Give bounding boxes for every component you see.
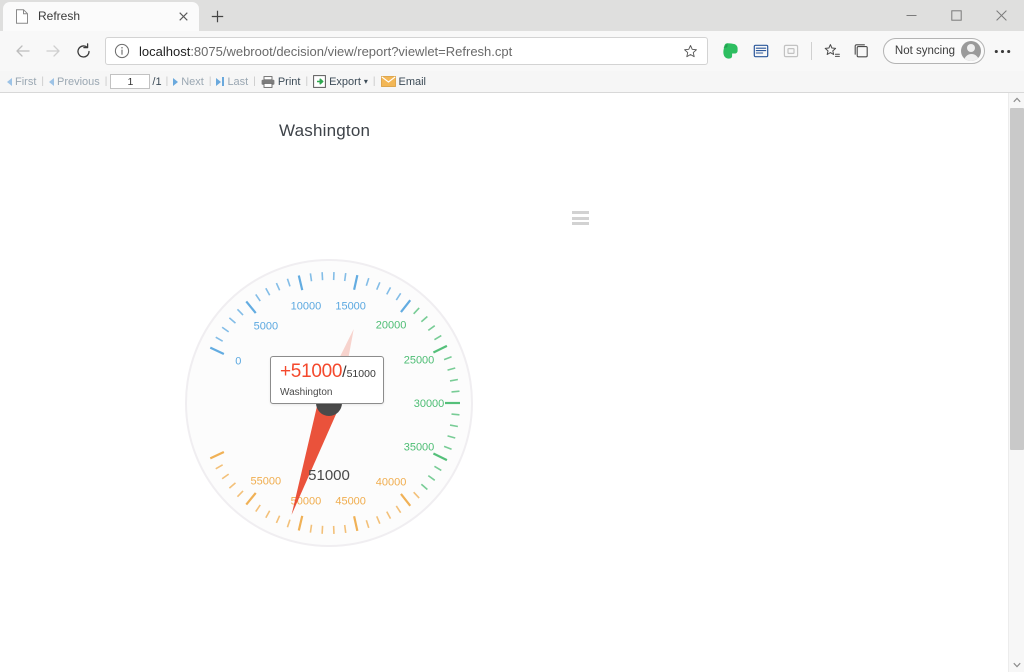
page-total-label: /1 (152, 75, 162, 88)
arrow-right-icon (173, 77, 179, 86)
first-page-button[interactable]: First (3, 72, 40, 92)
last-page-label: Last (227, 75, 249, 88)
minimize-icon[interactable] (889, 0, 934, 31)
gauge-chart: Washington 0 5000 10000 15000 20000 25000 3000… (0, 93, 640, 563)
page-icon (15, 9, 29, 24)
reload-icon[interactable] (68, 36, 98, 66)
gauge-minor-tick (451, 390, 460, 393)
page-viewport: Washington 0 5000 10000 15000 20000 25000 3000… (0, 93, 1024, 672)
gauge-tick-label: 55000 (251, 476, 282, 488)
tooltip-series-label: Washington (280, 387, 333, 398)
hamburger-menu-icon[interactable] (572, 211, 589, 225)
url-host: localhost (139, 43, 191, 59)
print-button[interactable]: Print (257, 72, 305, 92)
avatar-icon (961, 41, 981, 61)
gauge-tick-label: 15000 (335, 300, 366, 312)
first-page-label: First (15, 75, 37, 88)
report-canvas: Washington 0 5000 10000 15000 20000 25000 3000… (0, 93, 1008, 672)
gauge-tick-label: 25000 (404, 354, 435, 366)
maximize-icon[interactable] (934, 0, 979, 31)
gauge-tick-label: 0 (235, 356, 241, 368)
url-path: :8075/webroot/decision/view/report?viewl… (190, 43, 513, 59)
tooltip-value: +51000 (280, 361, 343, 382)
report-toolbar: First | Previous | /1 | Next | Last | (0, 71, 1024, 93)
ellipsis-icon[interactable] (988, 37, 1016, 65)
hamburger-bar (572, 211, 589, 214)
immersive-reader-icon[interactable] (776, 36, 806, 66)
evernote-extension-icon[interactable] (716, 36, 746, 66)
last-page-button[interactable]: Last (212, 72, 252, 92)
favorites-icon[interactable] (817, 36, 847, 66)
url-text: localhost:8075/webroot/decision/view/rep… (139, 43, 679, 60)
gauge-minor-tick (309, 524, 313, 533)
page-number-input[interactable] (110, 74, 151, 89)
browser-window: Refresh localhost:8075/webroot/decision/… (0, 0, 1024, 672)
profile-button[interactable]: Not syncing (882, 38, 985, 64)
collections-icon[interactable] (847, 36, 877, 66)
star-outline-icon[interactable] (679, 39, 703, 63)
hamburger-bar (572, 216, 589, 220)
new-tab-button[interactable] (203, 2, 231, 30)
toolbar-divider (810, 42, 812, 60)
reading-view-icon[interactable] (746, 36, 776, 66)
printer-icon (261, 75, 275, 88)
sync-status-label: Not syncing (894, 45, 955, 57)
gauge-tick-label: 5000 (254, 320, 278, 332)
address-bar[interactable]: localhost:8075/webroot/decision/view/rep… (105, 37, 708, 65)
tooltip-value-row: +51000/51000 (280, 361, 376, 385)
previous-page-label: Previous (57, 75, 100, 88)
navigation-toolbar: localhost:8075/webroot/decision/view/rep… (0, 31, 1024, 71)
close-window-icon[interactable] (979, 0, 1024, 31)
envelope-icon (380, 76, 396, 87)
arrow-left-icon (49, 77, 54, 86)
close-icon[interactable] (175, 9, 191, 25)
gauge-tick-label: 20000 (376, 320, 407, 332)
arrow-right-icon[interactable] (38, 36, 68, 66)
double-arrow-right-icon (216, 77, 225, 86)
export-button[interactable]: Export ▾ (309, 72, 372, 92)
double-arrow-left-icon (7, 77, 12, 86)
gauge-center-label: 51000 (308, 467, 350, 484)
chart-title: Washington (279, 121, 371, 140)
gauge-minor-tick (309, 273, 313, 282)
info-circle-icon[interactable] (114, 43, 131, 60)
next-page-label: Next (181, 75, 204, 88)
email-label: Email (398, 75, 427, 88)
gauge-tick-label: 35000 (404, 442, 435, 454)
gauge-tick-label: 40000 (376, 476, 407, 488)
arrow-left-icon[interactable] (8, 36, 38, 66)
chevron-down-icon[interactable] (1009, 658, 1024, 672)
gauge-minor-tick (343, 524, 347, 534)
window-controls (889, 0, 1024, 31)
export-icon (313, 75, 326, 88)
chevron-up-icon[interactable] (1009, 93, 1024, 107)
tooltip-total: 51000 (346, 368, 376, 380)
export-label: Export (329, 75, 361, 88)
gauge-tick-label: 30000 (414, 398, 445, 410)
tab-title: Refresh (38, 9, 81, 23)
gauge-minor-tick (451, 413, 460, 416)
toolbar-separator: | (104, 76, 108, 87)
vertical-scrollbar[interactable] (1008, 93, 1024, 672)
scrollbar-thumb[interactable] (1010, 108, 1024, 450)
print-label: Print (277, 75, 301, 88)
gauge-value-tooltip: +51000/51000 Washington (270, 356, 384, 404)
gauge-tick-label: 45000 (335, 496, 366, 508)
tab-strip: Refresh (0, 0, 1024, 31)
next-page-button[interactable]: Next (169, 72, 208, 92)
browser-tab[interactable]: Refresh (3, 2, 199, 31)
gauge-tick-label: 10000 (291, 301, 322, 313)
gauge-minor-tick (343, 272, 347, 282)
previous-page-button[interactable]: Previous (45, 72, 104, 92)
hamburger-bar (572, 222, 589, 225)
chevron-down-icon: ▾ (363, 77, 368, 86)
email-button[interactable]: Email (377, 72, 431, 92)
